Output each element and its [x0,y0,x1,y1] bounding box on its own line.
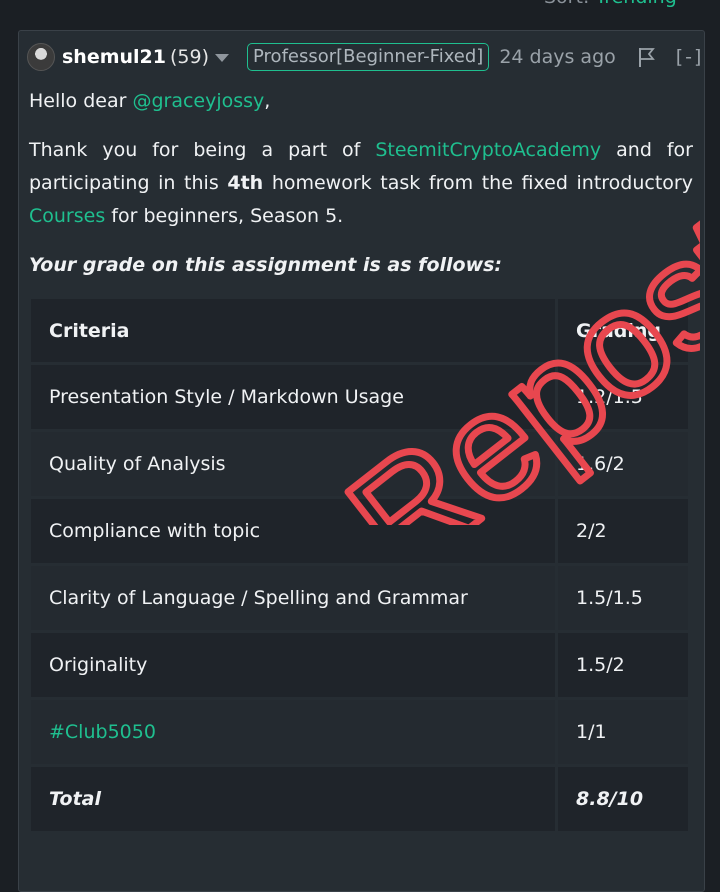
thanks-text-1: Thank you for being a part of [29,139,376,161]
mention-link[interactable]: @graceyjossy [132,90,264,112]
comment-body: Hello dear @graceyjossy, Thank you for b… [29,85,693,282]
grade-table: Criteria Grading Presentation Style / Ma… [31,299,691,834]
criteria-cell: Quality of Analysis [31,432,558,499]
criteria-cell: Compliance with topic [31,499,558,566]
comment-timestamp[interactable]: 24 days ago [499,46,615,68]
avatar[interactable] [27,43,55,71]
table-row: Clarity of Language / Spelling and Gramm… [31,566,691,633]
sort-value[interactable]: Trending [595,0,676,8]
grade-cell: 1.6/2 [558,432,691,499]
table-row: Originality 1.5/2 [31,633,691,700]
grade-cell: 1.2/1.5 [558,365,691,432]
task-ordinal: 4th [227,172,264,194]
courses-link[interactable]: Courses [29,205,105,227]
grade-cell: 2/2 [558,499,691,566]
table-header-row: Criteria Grading [31,299,691,365]
author-name[interactable]: shemul21 [62,46,166,68]
sort-label: Sort: [544,0,589,8]
author-menu-caret-icon[interactable] [215,54,230,62]
grade-cell: 1/1 [558,700,691,767]
thanks-text-3: homework task from the fixed introductor… [263,172,693,194]
table-row: Presentation Style / Markdown Usage 1.2/… [31,365,691,432]
total-grade: 8.8/10 [558,767,691,834]
grade-cell: 1.5/1.5 [558,566,691,633]
comment-card: shemul21 (59) Professor[Beginner-Fixed] … [18,30,705,892]
author-reputation: (59) [170,46,210,68]
sort-selector[interactable]: Sort: Trending [544,0,677,8]
greeting: Hello dear @graceyjossy, [29,85,693,118]
total-row: Total 8.8/10 [31,767,691,834]
grade-intro: Your grade on this assignment is as foll… [29,254,503,276]
comment-header: shemul21 (59) Professor[Beginner-Fixed] … [27,39,703,75]
role-badge: Professor[Beginner-Fixed] [247,43,490,71]
header-grading: Grading [558,299,691,365]
criteria-cell: Clarity of Language / Spelling and Gramm… [31,566,558,633]
header-criteria: Criteria [31,299,558,365]
table-row: Compliance with topic 2/2 [31,499,691,566]
greeting-suffix: , [264,90,271,112]
table-row: Quality of Analysis 1.6/2 [31,432,691,499]
thanks-paragraph: Thank you for being a part of SteemitCry… [29,134,693,233]
criteria-cell: Originality [31,633,558,700]
criteria-cell: Presentation Style / Markdown Usage [31,365,558,432]
collapse-button[interactable]: [-] [676,46,704,68]
academy-link[interactable]: SteemitCryptoAcademy [375,139,601,161]
grade-cell: 1.5/2 [558,633,691,700]
total-label: Total [31,767,558,834]
table-row: #Club5050 1/1 [31,700,691,767]
club5050-tag-link[interactable]: #Club5050 [31,700,558,767]
flag-icon[interactable] [638,46,656,68]
greeting-prefix: Hello dear [29,90,133,112]
thanks-text-4: for beginners, Season 5. [105,205,344,227]
